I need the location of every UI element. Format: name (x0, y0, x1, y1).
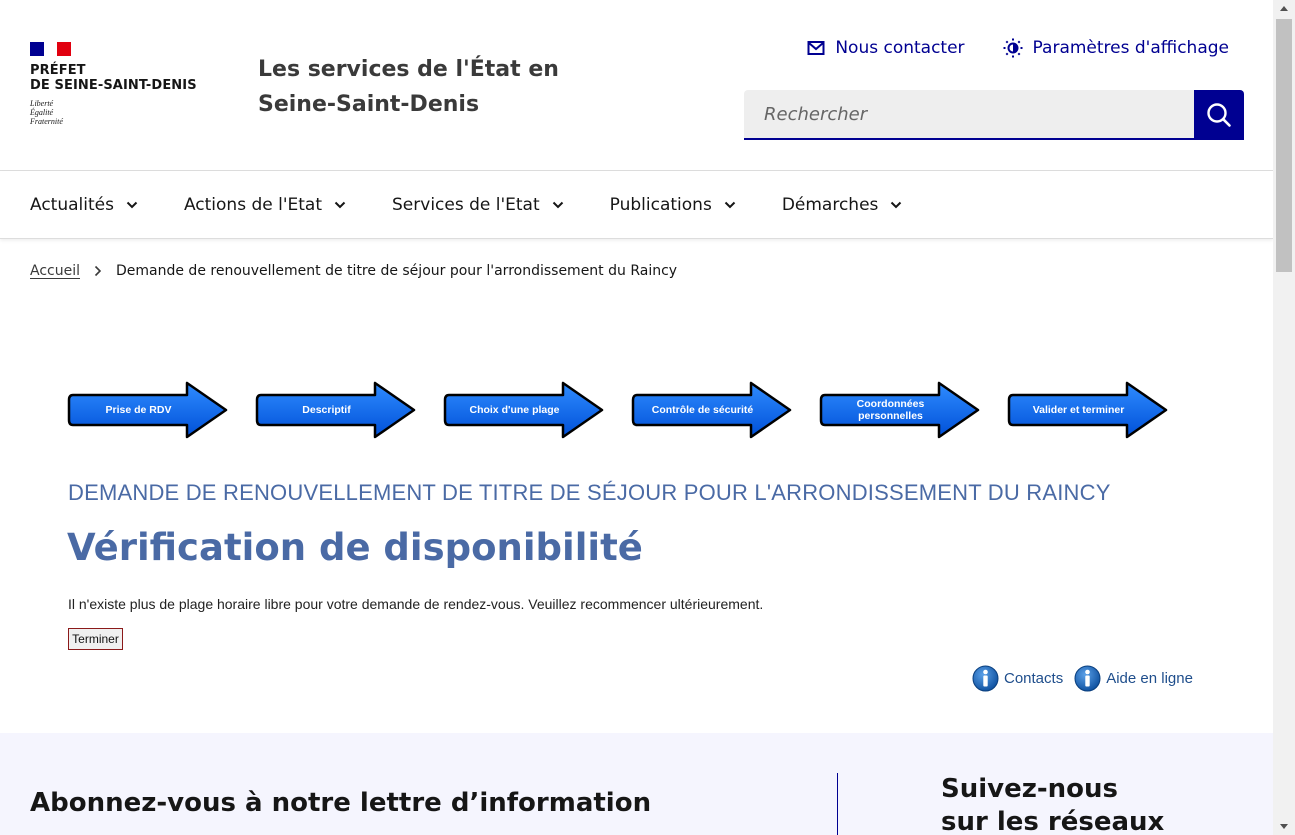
step-valider-terminer: Valider et terminer (1007, 381, 1168, 439)
newsletter-section: Abonnez-vous à notre lettre d’informatio… (0, 733, 1273, 835)
social-title: Suivez-nous sur les réseaux sociaux (941, 773, 1261, 835)
logo-line2: DE SEINE-SAINT-DENIS (30, 78, 197, 93)
chevron-down-icon (891, 201, 902, 208)
nav-item-label: Démarches (781, 194, 879, 215)
availability-message: Il n'existe plus de plage horaire libre … (68, 596, 764, 612)
site-header: PRÉFET DE SEINE-SAINT-DENIS Liberté Égal… (0, 0, 1273, 171)
display-settings-link[interactable]: Paramètres d'affichage (1003, 38, 1229, 58)
logo-motto: Liberté Égalité Fraternité (30, 99, 197, 126)
nav-item-actions-etat[interactable]: Actions de l'Etat (184, 171, 346, 238)
newsletter-title: Abonnez-vous à notre lettre d’informatio… (30, 788, 652, 818)
brightness-icon (1003, 38, 1023, 58)
display-settings-label: Paramètres d'affichage (1032, 38, 1229, 58)
site-title[interactable]: Les services de l'État en Seine-Saint-De… (258, 52, 578, 122)
chevron-down-icon (724, 201, 736, 208)
nav-item-label: Actions de l'Etat (183, 194, 323, 215)
chevron-down-icon (552, 201, 563, 208)
step-controle-securite: Contrôle de sécurité (631, 381, 792, 439)
online-help-label: Aide en ligne (1106, 670, 1193, 687)
scroll-up-arrow-icon[interactable] (1273, 0, 1295, 17)
motto-liberte: Liberté (30, 99, 54, 108)
chevron-right-icon (94, 265, 102, 277)
section-divider (837, 773, 838, 835)
step-descriptif: Descriptif (255, 381, 416, 439)
vertical-scrollbar[interactable] (1273, 0, 1295, 835)
social-title-line2: sur les réseaux sociaux (941, 807, 1165, 835)
contact-label: Nous contacter (835, 38, 965, 58)
step-coordonnees: Coordonnées personnelles (819, 381, 980, 439)
nav-item-demarches[interactable]: Démarches (782, 171, 903, 238)
step-label: Coordonnées personnelles (856, 398, 925, 422)
site-title-line1: Les services de l'État en (258, 57, 559, 82)
breadcrumb: Accueil Demande de renouvellement de tit… (30, 263, 677, 279)
nav-item-publications[interactable]: Publications (610, 171, 736, 238)
main-navigation: Actualités Actions de l'Etat Services de… (0, 171, 1273, 239)
chevron-down-icon (334, 201, 346, 208)
site-title-line2: Seine-Saint-Denis (258, 92, 480, 117)
nav-item-label: Services de l'Etat (392, 194, 540, 215)
contacts-link[interactable]: Contacts (972, 665, 1063, 692)
prefecture-logo[interactable]: PRÉFET DE SEINE-SAINT-DENIS Liberté Égal… (30, 42, 197, 126)
procedure-title: DEMANDE DE RENOUVELLEMENT DE TITRE DE SÉ… (68, 480, 1111, 505)
help-links: Contacts Aide en ligne (972, 665, 1204, 692)
finish-button[interactable]: Terminer (68, 628, 123, 650)
motto-egalite: Égalité (30, 108, 54, 117)
procedure-steps: Prise de RDV Descriptif Choix d'une plag… (67, 381, 1168, 439)
marianne-flag-icon (30, 42, 71, 56)
mail-icon (807, 41, 825, 55)
info-icon (1074, 665, 1101, 692)
contact-link[interactable]: Nous contacter (807, 38, 965, 58)
nav-item-label: Publications (609, 194, 712, 215)
chevron-down-icon (126, 201, 138, 208)
scroll-down-arrow-icon[interactable] (1273, 818, 1295, 835)
info-icon (972, 665, 999, 692)
step-label: Contrôle de sécurité (651, 404, 754, 416)
step-label: Prise de RDV (105, 404, 172, 416)
nav-item-actualites[interactable]: Actualités (30, 171, 138, 238)
search-icon (1207, 103, 1231, 127)
step-label: Choix d'une plage (469, 404, 560, 416)
logo-line1: PRÉFET (30, 63, 86, 78)
contacts-label: Contacts (1004, 670, 1064, 687)
nav-item-services-etat[interactable]: Services de l'Etat (392, 171, 564, 238)
social-title-line1: Suivez-nous (941, 774, 1119, 804)
search-input[interactable] (744, 90, 1194, 140)
page-title: Vérification de disponibilité (67, 526, 643, 569)
nav-item-label: Actualités (30, 194, 114, 215)
online-help-link[interactable]: Aide en ligne (1074, 665, 1193, 692)
breadcrumb-current: Demande de renouvellement de titre de sé… (116, 263, 678, 279)
step-label: Descriptif (302, 404, 351, 416)
step-prise-rdv: Prise de RDV (67, 381, 228, 439)
search-button[interactable] (1194, 90, 1244, 140)
search-bar (744, 90, 1244, 140)
scrollbar-thumb[interactable] (1276, 19, 1292, 272)
step-label: Valider et terminer (1032, 404, 1125, 416)
header-tools: Nous contacter Paramètres d'affichage (807, 38, 1229, 58)
logo-text: PRÉFET DE SEINE-SAINT-DENIS (30, 63, 197, 93)
motto-fraternite: Fraternité (30, 117, 63, 126)
step-choix-plage: Choix d'une plage (443, 381, 604, 439)
breadcrumb-home-link[interactable]: Accueil (30, 263, 80, 279)
